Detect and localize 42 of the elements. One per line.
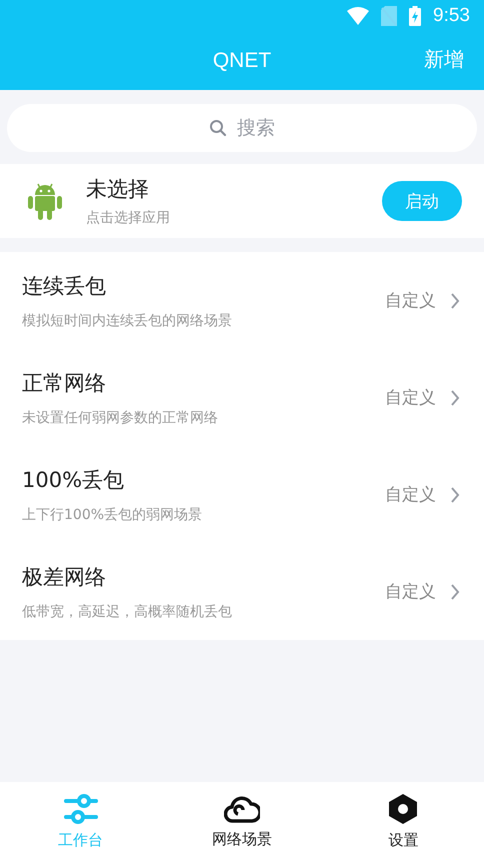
chevron-icon <box>450 292 460 310</box>
customize-link[interactable]: 自定义 <box>385 289 436 312</box>
app-hint: 点击选择应用 <box>86 209 171 227</box>
app-title: QNET <box>212 49 272 73</box>
battery-icon <box>409 6 422 26</box>
cloud-icon <box>224 794 260 824</box>
tab-label: 设置 <box>388 830 418 850</box>
customize-link[interactable]: 自定义 <box>385 386 436 409</box>
scene-description: 模拟短时间内连续丢包的网络场景 <box>22 312 233 330</box>
customize-link[interactable]: 自定义 <box>385 483 436 506</box>
scene-title: 100%丢包 <box>22 466 126 494</box>
nav-tab[interactable]: 网络场景 <box>161 782 323 860</box>
scene-title: 连续丢包 <box>22 272 107 300</box>
scene-title: 正常网络 <box>22 370 107 396</box>
scene-description: 低带宽，高延迟，高概率随机丢包 <box>22 602 233 620</box>
scene-description: 上下行100%丢包的弱网场景 <box>22 506 204 524</box>
status-time: 9:53 <box>433 5 470 27</box>
android-icon <box>28 182 62 220</box>
sliders-icon <box>62 792 99 824</box>
chevron-icon <box>450 486 460 504</box>
search-icon <box>209 119 227 137</box>
customize-link[interactable]: 自定义 <box>385 580 436 603</box>
scene-item[interactable]: 连续丢包 模拟短时间内连续丢包的网络场景 自定义 <box>0 252 484 349</box>
scene-title: 极差网络 <box>22 564 107 590</box>
search-placeholder: 搜索 <box>237 116 275 141</box>
scene-item[interactable]: 正常网络 未设置任何弱网参数的正常网络 自定义 <box>0 349 484 446</box>
search-field[interactable]: 搜索 <box>7 104 477 152</box>
wifi-icon <box>347 7 370 25</box>
nav-tab[interactable]: 工作台 <box>0 782 162 860</box>
tab-label: 网络场景 <box>212 830 272 848</box>
scene-description: 未设置任何弱网参数的正常网络 <box>22 408 219 426</box>
app-name: 未选择 <box>86 176 150 203</box>
chevron-icon <box>450 388 460 406</box>
tab-label: 工作台 <box>58 830 104 850</box>
nav-tab[interactable]: 设置 <box>322 782 484 860</box>
add-button[interactable]: 新增 <box>424 46 464 73</box>
chevron-icon <box>450 582 460 600</box>
scene-item[interactable]: 100%丢包 上下行100%丢包的弱网场景 自定义 <box>0 446 484 543</box>
start-button[interactable]: 启动 <box>382 181 462 221</box>
no-sim-icon <box>381 6 398 26</box>
scene-item[interactable]: 极差网络 低带宽，高延迟，高概率随机丢包 自定义 <box>0 543 484 640</box>
settings-icon <box>387 792 420 824</box>
